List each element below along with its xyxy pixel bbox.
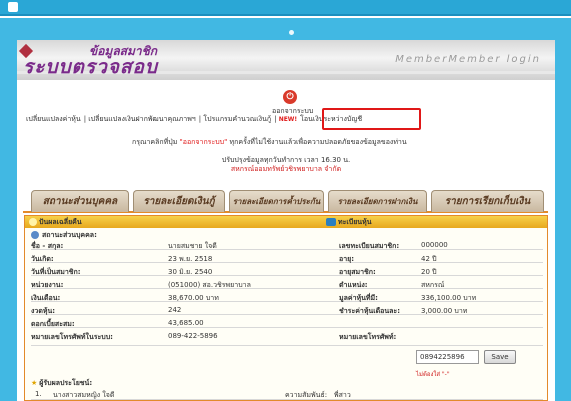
row-label: ดอกเบี้ยสะสม: xyxy=(31,320,75,328)
top-strip xyxy=(0,0,571,16)
register-icon xyxy=(326,218,336,226)
row-label: หน่วยงาน: xyxy=(31,281,64,289)
tab-deposit-details[interactable]: รายละเอียดการฝากเงิน xyxy=(328,190,427,212)
info-row: วันเกิด: 23 พ.ย. 2518 อายุ: 42 ปี xyxy=(31,254,543,263)
row-label-2: อายุสมาชิก: xyxy=(339,268,376,276)
relation-label: ความสัมพันธ์: xyxy=(285,391,328,399)
dividend-link[interactable]: ปันผลเฉลี่ยคืน xyxy=(39,217,82,228)
row-value-2: 000000 xyxy=(421,241,448,249)
info-row: ชื่อ - สกุล: นายสมชาย ใจดี เลขทะเบียนสมา… xyxy=(31,241,543,250)
panel-header: ปันผลเฉลี่ยคืน ทะเบียนหุ้น xyxy=(25,216,547,228)
row-value: (051000) สอ.วชิรพยาบาล xyxy=(168,281,251,289)
phone-format-note: ไม่ต้องใส่ "-" xyxy=(416,371,450,378)
highlight-box xyxy=(322,108,421,130)
row-label-2: อายุ: xyxy=(339,255,355,263)
star-icon: ★ xyxy=(31,379,38,387)
screen: ข้อมูลสมาชิก ระบบตรวจสอบ MemberMember lo… xyxy=(17,40,555,401)
beneficiary-row: 1. นางสาวสมหญิง ใจดี ความสัมพันธ์: พี่สา… xyxy=(31,390,543,400)
hint-button-name: "ออกจากระบบ" xyxy=(179,138,228,146)
row-label-2: เลขทะเบียนสมาชิก: xyxy=(339,242,400,250)
info-row: วันที่เป็นสมาชิก: 30 มิ.ย. 2540 อายุสมาช… xyxy=(31,267,543,276)
beneficiary-name: นางสาวสมหญิง ใจดี xyxy=(53,391,115,399)
coop-name: สหกรณ์ออมทรัพย์วชิรพยาบาล จำกัด xyxy=(230,165,342,173)
row-label-2: ตำแหน่ง: xyxy=(339,281,368,289)
row-value-2: 3,000.00 บาท xyxy=(421,307,468,315)
hint-suffix: ทุกครั้งที่ไม่ใช้งานแล้วเพื่อความปลอดภัย… xyxy=(229,138,407,146)
row-label: วันที่เป็นสมาชิก: xyxy=(31,268,81,276)
link-loan-calculator[interactable]: โปรแกรมคำนวณเงินกู้ xyxy=(203,115,271,123)
row-label: หมายเลขโทรศัพท์ในระบบ: xyxy=(31,333,113,341)
row-value-2: 20 ปี xyxy=(421,268,437,276)
relation-value: พี่สาว xyxy=(334,391,351,399)
new-badge: NEW! xyxy=(278,116,298,123)
quick-links: เปลี่ยนแปลงค่าหุ้น | เปลี่ยนแปลงเงินฝากพั… xyxy=(26,115,363,123)
link-change-deposit[interactable]: เปลี่ยนแปลงเงินฝากพัฒนาคุณภาพฯ xyxy=(88,115,195,123)
section-beneficiary-title: ผู้รับผลประโยชน์: xyxy=(39,379,93,387)
tab-personal-status[interactable]: สถานะส่วนบุคคล xyxy=(31,190,129,212)
section-personal-title: สถานะส่วนบุคคล: xyxy=(42,231,97,239)
hint-prefix: กรุณาคลิกที่ปุ่ม xyxy=(132,138,178,146)
logo-title: ระบบตรวจสอบ xyxy=(23,56,158,78)
coin-icon xyxy=(29,218,37,226)
tab-loan-details[interactable]: รายละเอียดเงินกู้ xyxy=(133,190,225,212)
section-beneficiary: ★ ผู้รับผลประโยชน์: xyxy=(31,378,92,389)
logout-hint: กรุณาคลิกที่ปุ่ม "ออกจากระบบ" ทุกครั้งที… xyxy=(132,137,407,148)
tab-bar: สถานะส่วนบุคคล รายละเอียดเงินกู้ รายละเอ… xyxy=(23,187,548,213)
camera-dot xyxy=(289,30,294,35)
row-value: 089-422-5896 xyxy=(168,332,218,340)
phone-input[interactable] xyxy=(416,350,479,364)
row-label: วันเกิด: xyxy=(31,255,54,263)
member-info-panel: ปันผลเฉลี่ยคืน ทะเบียนหุ้น สถานะส่วนบุคค… xyxy=(24,215,548,401)
row-value: 43,685.00 xyxy=(168,319,204,327)
device-frame: ข้อมูลสมาชิก ระบบตรวจสอบ MemberMember lo… xyxy=(0,18,571,401)
row-label-2: มูลค่าหุ้นที่มี: xyxy=(339,294,378,302)
row-value-2: 336,100.00 บาท xyxy=(421,294,477,302)
beneficiary-index: 1. xyxy=(35,390,42,398)
row-value: 38,670.00 บาท xyxy=(168,294,219,302)
row-value-2: สหกรณ์ xyxy=(421,281,445,289)
person-icon xyxy=(31,231,39,239)
tab-guarantee-details[interactable]: รายละเอียดการค้ำประกัน xyxy=(229,190,324,212)
row-label-2: ชำระค่าหุ้นเดือนละ: xyxy=(339,307,400,315)
row-label: งวดหุ้น: xyxy=(31,307,56,315)
tab-billing-list[interactable]: รายการเรียกเก็บเงิน xyxy=(431,190,544,212)
info-row: หมายเลขโทรศัพท์ในระบบ: 089-422-5896 หมาย… xyxy=(31,332,543,346)
row-value: 30 มิ.ย. 2540 xyxy=(168,268,213,276)
window-icon xyxy=(8,2,18,12)
section-personal: สถานะส่วนบุคคล: xyxy=(31,230,97,241)
row-label-2: หมายเลขโทรศัพท์: xyxy=(339,333,397,341)
save-button[interactable]: Save xyxy=(484,350,516,364)
row-value: 23 พ.ย. 2518 xyxy=(168,255,213,263)
power-icon[interactable]: ⏻ xyxy=(283,90,297,104)
share-register-link[interactable]: ทะเบียนหุ้น xyxy=(338,217,372,228)
info-row: เงินเดือน: 38,670.00 บาท มูลค่าหุ้นที่มี… xyxy=(31,293,543,302)
info-row: งวดหุ้น: 242 ชำระค่าหุ้นเดือนละ: 3,000.0… xyxy=(31,306,543,315)
info-row: หน่วยงาน: (051000) สอ.วชิรพยาบาล ตำแหน่ง… xyxy=(31,280,543,289)
link-change-shares[interactable]: เปลี่ยนแปลงค่าหุ้น xyxy=(26,115,81,123)
info-row: ดอกเบี้ยสะสม: 43,685.00 xyxy=(31,319,543,328)
row-label: ชื่อ - สกุล: xyxy=(31,242,64,250)
row-value: 242 xyxy=(168,306,182,314)
site-header: ข้อมูลสมาชิก ระบบตรวจสอบ MemberMember lo… xyxy=(17,40,555,80)
row-value-2: 42 ปี xyxy=(421,255,437,263)
member-login-banner: MemberMember login xyxy=(395,54,541,65)
row-value: นายสมชาย ใจดี xyxy=(168,242,217,250)
row-label: เงินเดือน: xyxy=(31,294,61,302)
